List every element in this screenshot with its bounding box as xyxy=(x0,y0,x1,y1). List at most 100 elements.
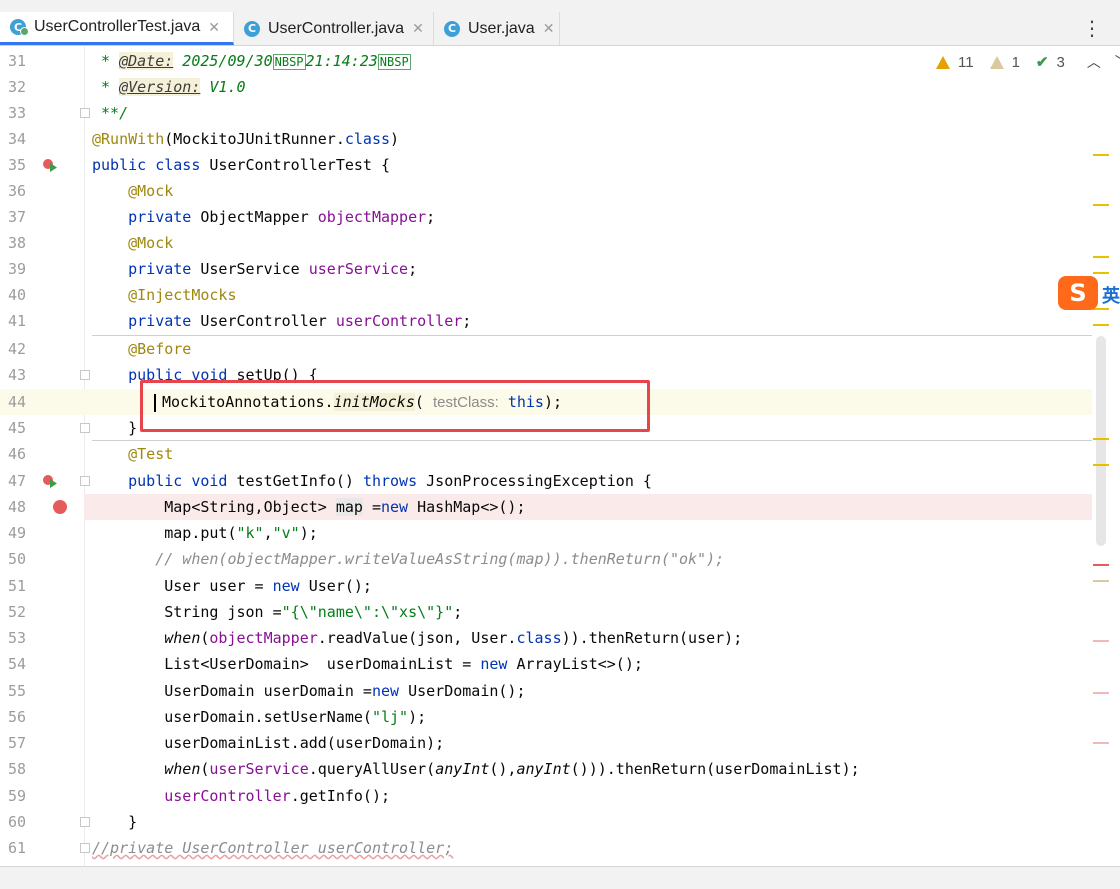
typo-marker[interactable] xyxy=(1093,640,1109,642)
code-token: String json = xyxy=(92,603,282,621)
line-number: 48 xyxy=(7,498,26,516)
code-line: 54 List<UserDomain> userDomainList = new… xyxy=(0,651,1092,677)
code-line: 52 String json ="{\"name\":\"xs\"}"; xyxy=(0,599,1092,625)
weak-warning-marker[interactable] xyxy=(1093,580,1109,582)
code-token: = xyxy=(362,498,381,516)
close-icon[interactable]: ✕ xyxy=(543,20,555,37)
code-line: 48 Map<String,Object> map =new HashMap<>… xyxy=(0,494,1092,520)
code-token: .getInfo(); xyxy=(290,787,391,805)
nbsp-marker: NBSP xyxy=(377,54,411,70)
warning-marker[interactable] xyxy=(1093,204,1109,206)
breakpoint-icon[interactable] xyxy=(53,500,67,514)
code-token: new xyxy=(371,682,400,700)
breakpoint-marker[interactable] xyxy=(1093,564,1109,566)
weak-warnings-count[interactable]: 1 xyxy=(989,54,1028,71)
line-number: 43 xyxy=(7,366,26,384)
code-text: } xyxy=(92,419,138,437)
line-number: 53 xyxy=(7,629,26,647)
run-test-icon[interactable] xyxy=(42,474,58,488)
code-editor[interactable]: 31 * @Date: 2025/09/30 NBSP 21:14:23 NBSP 3… xyxy=(0,46,1120,866)
typo-marker[interactable] xyxy=(1093,692,1109,694)
fold-icon[interactable] xyxy=(80,108,90,118)
vertical-dots-icon[interactable]: ⋮ xyxy=(1082,18,1102,38)
close-icon[interactable]: ✕ xyxy=(412,20,424,37)
bottom-bar xyxy=(0,866,1120,889)
code-text: } xyxy=(92,813,138,831)
java-class-icon: C xyxy=(10,19,29,36)
warning-marker[interactable] xyxy=(1093,438,1109,440)
code-line: 35 public class UserControllerTest { xyxy=(0,152,1092,178)
code-token: userService xyxy=(209,760,309,778)
code-line: 60 } xyxy=(0,809,1092,835)
code-token: )).thenReturn(user); xyxy=(561,629,743,647)
code-token: "lj" xyxy=(371,708,409,726)
line-number: 33 xyxy=(7,104,26,122)
typos-count[interactable]: ✔ 3 xyxy=(1036,53,1073,72)
run-test-icon[interactable] xyxy=(42,158,58,172)
code-token: (MockitoJUnitRunner. xyxy=(164,130,345,148)
code-token: ; xyxy=(453,603,463,621)
fold-icon[interactable] xyxy=(80,817,90,827)
code-line: 53 when(objectMapper.readValue(json, Use… xyxy=(0,625,1092,651)
fold-icon[interactable] xyxy=(80,843,90,853)
code-token: V1.0 xyxy=(200,78,246,96)
code-line: 33 **/ xyxy=(0,100,1092,126)
warning-marker[interactable] xyxy=(1093,154,1109,156)
code-text: private UserController userController; xyxy=(92,308,471,334)
code-token: objectMapper xyxy=(209,629,318,647)
code-text: * @Date: 2025/09/30 NBSP 21:14:23 NBSP xyxy=(92,48,411,75)
code-token: userDomain.setUserName( xyxy=(92,708,372,726)
close-icon[interactable]: ✕ xyxy=(208,19,220,36)
code-text: @Mock xyxy=(92,234,174,252)
code-text: @Test xyxy=(92,445,174,463)
line-number: 32 xyxy=(7,78,26,96)
line-number: 57 xyxy=(7,734,26,752)
java-class-icon: C xyxy=(244,20,260,37)
code-token: @Date: xyxy=(119,52,174,70)
code-token: throws xyxy=(362,472,427,490)
code-line: 31 * @Date: 2025/09/30 NBSP 21:14:23 NBSP xyxy=(0,48,1092,74)
weak-warning-icon xyxy=(989,55,1004,69)
code-token: , xyxy=(263,524,273,542)
fold-icon[interactable] xyxy=(80,370,90,380)
line-number: 39 xyxy=(7,260,26,278)
tab-user[interactable]: C User.java ✕ xyxy=(434,12,560,45)
code-text: userDomainList.add(userDomain); xyxy=(92,734,445,752)
code-text: private ObjectMapper objectMapper; xyxy=(92,204,435,230)
tab-usercontroller[interactable]: C UserController.java ✕ xyxy=(234,12,434,45)
code-token: private xyxy=(92,208,201,226)
typo-marker[interactable] xyxy=(1093,742,1109,744)
code-line: 51 User user = new User(); xyxy=(0,573,1092,599)
code-text: public class UserControllerTest { xyxy=(92,152,390,178)
code-token: JsonProcessingException { xyxy=(426,472,652,490)
ime-language-label[interactable]: 英 xyxy=(1102,282,1120,308)
code-line: 56 userDomain.setUserName("lj"); xyxy=(0,704,1092,730)
warning-marker[interactable] xyxy=(1093,464,1109,466)
warning-marker[interactable] xyxy=(1093,324,1109,326)
line-number: 38 xyxy=(7,234,26,252)
warning-marker[interactable] xyxy=(1093,308,1109,310)
code-line: 46 @Test xyxy=(0,441,1092,467)
line-number: 52 xyxy=(7,603,26,621)
line-number: 51 xyxy=(7,577,26,595)
code-line: 32 * @Version: V1.0 xyxy=(0,74,1092,100)
line-number: 45 xyxy=(7,419,26,437)
line-number: 55 xyxy=(7,682,26,700)
sogou-ime-icon[interactable]: S xyxy=(1058,276,1098,310)
code-token: userService xyxy=(308,260,409,278)
code-text: * @Version: V1.0 xyxy=(92,74,246,100)
warning-marker[interactable] xyxy=(1093,272,1109,274)
fold-icon[interactable] xyxy=(80,476,90,486)
tab-label: UserControllerTest.java xyxy=(34,18,201,35)
scrollbar-thumb[interactable] xyxy=(1096,336,1106,546)
code-token: * xyxy=(92,78,120,96)
code-line: 61 //private UserController userControll… xyxy=(0,835,1092,861)
warning-marker[interactable] xyxy=(1093,256,1109,258)
warnings-count[interactable]: 11 xyxy=(936,54,982,71)
fold-icon[interactable] xyxy=(80,423,90,433)
code-text: public void testGetInfo() throws JsonPro… xyxy=(92,468,652,494)
tab-usercontrollertest[interactable]: C UserControllerTest.java ✕ xyxy=(0,12,234,45)
code-token: 21:14:23 xyxy=(305,52,378,70)
line-number: 56 xyxy=(7,708,26,726)
